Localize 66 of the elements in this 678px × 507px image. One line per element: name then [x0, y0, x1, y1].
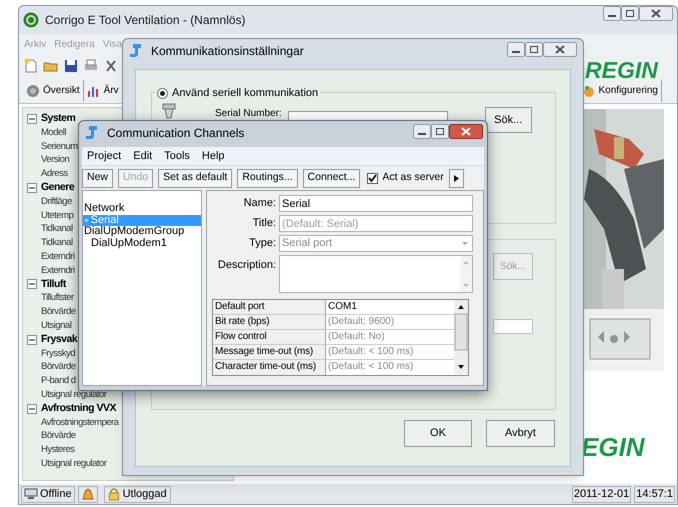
- tree-item[interactable]: Adress: [41, 168, 68, 180]
- property-name: Flow control: [213, 330, 326, 344]
- list-item[interactable]: DialUpModem1: [83, 238, 201, 249]
- tree-item[interactable]: Utsignal regulator: [41, 388, 106, 400]
- tree-item[interactable]: Tidkanal: [41, 237, 73, 248]
- menu-item[interactable]: Tools: [164, 148, 190, 164]
- field-label: Name:: [242, 196, 276, 212]
- login-status: Utloggad: [104, 486, 171, 502]
- tree-item[interactable]: Frysskyd: [41, 348, 75, 359]
- toolbar-button[interactable]: New: [82, 168, 114, 188]
- list-item[interactable]: Network: [83, 203, 201, 214]
- tree-item[interactable]: Hysteres: [41, 444, 74, 456]
- property-name: Message time-out (ms): [213, 345, 326, 359]
- tree-item[interactable]: Utsignal regulator: [41, 458, 106, 469]
- tree-item[interactable]: Utetemp: [41, 210, 74, 221]
- checkbox-label[interactable]: Act as server: [382, 170, 444, 186]
- window-title: Corrigo E Tool Ventilation - (Namnlös): [45, 12, 246, 29]
- tree-item[interactable]: Externdri: [41, 264, 75, 276]
- menu-item[interactable]: Help: [202, 148, 225, 164]
- tree-item[interactable]: Modell: [41, 126, 66, 138]
- connection-status: Offline: [21, 486, 75, 502]
- field-label: Title:: [252, 216, 276, 232]
- tab[interactable]: Översikt: [23, 80, 84, 102]
- tree-item[interactable]: Serienum: [41, 140, 78, 152]
- dialog-title: Kommunikationsinställningar: [151, 43, 304, 60]
- field-label: Description:: [216, 258, 276, 273]
- tree-item[interactable]: Driftläge: [41, 196, 72, 207]
- tree-group[interactable]: System: [41, 112, 76, 126]
- logo: REGIN: [585, 59, 658, 81]
- property-name: Character time-out (ms): [213, 360, 326, 375]
- tree-item[interactable]: Börvärde: [41, 430, 76, 442]
- property-name: Default port: [213, 300, 326, 314]
- tree-item[interactable]: Avfrostningstempera: [41, 416, 118, 428]
- tree-item[interactable]: Tilluftster: [41, 292, 74, 304]
- logo: EGIN: [581, 432, 645, 462]
- tree-item[interactable]: Tidkanal: [41, 223, 73, 234]
- cancel-button[interactable]: Avbryt: [486, 420, 555, 447]
- title-field[interactable]: (Default: Serial): [279, 215, 473, 232]
- toolbar-button[interactable]: Connect...: [302, 168, 360, 188]
- tree-item[interactable]: Externdri: [41, 250, 75, 262]
- toolbar-button[interactable]: Routings...: [237, 168, 298, 188]
- tree-item[interactable]: Version: [41, 154, 70, 166]
- toolbar-button[interactable]: Set as default: [158, 168, 232, 188]
- property-name: Bit rate (bps): [213, 315, 326, 329]
- tree-group[interactable]: Tilluft: [41, 278, 66, 292]
- tree-group[interactable]: Genere: [41, 180, 74, 195]
- menu-item[interactable]: Edit: [133, 148, 152, 164]
- tree-group[interactable]: Frysvak: [41, 332, 78, 347]
- name-field[interactable]: Serial: [279, 195, 473, 212]
- list-item[interactable]: DialUpModemGroup: [83, 226, 201, 238]
- tree-item[interactable]: P-band d: [41, 375, 76, 386]
- modified-marker: ×: [84, 216, 89, 224]
- tree-item[interactable]: Börvärde: [41, 361, 76, 372]
- status-date: 2011-12-01: [572, 486, 632, 502]
- property-value[interactable]: COM1: [326, 300, 454, 314]
- window-title: Communication Channels: [107, 125, 244, 142]
- search-button[interactable]: Sök...: [484, 107, 532, 133]
- ok-button[interactable]: OK: [404, 420, 472, 447]
- tree-item[interactable]: Utsignal: [41, 320, 72, 331]
- field-label: Serial Number:: [215, 108, 282, 120]
- radio-label[interactable]: Använd seriell kommunikation: [172, 85, 318, 102]
- status-time: 14:57:1: [634, 486, 675, 502]
- tree-item[interactable]: Börvärde: [41, 306, 76, 318]
- field-label: Type:: [248, 236, 276, 252]
- menu-item[interactable]: Project: [87, 148, 122, 164]
- tree-group[interactable]: Avfrostning VVX: [41, 402, 116, 416]
